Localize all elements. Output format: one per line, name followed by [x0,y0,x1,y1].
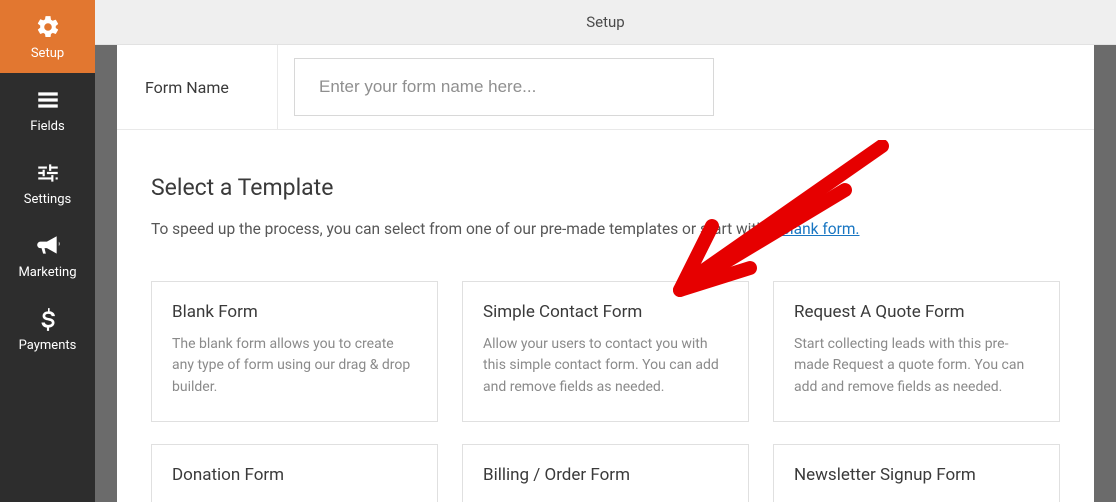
content-wrap: Form Name Select a Template To speed up … [95,45,1116,502]
sidebar-item-setup[interactable]: Setup [0,0,95,73]
megaphone-icon [35,233,61,259]
template-card-title: Blank Form [172,302,417,322]
dollar-icon [35,306,61,332]
template-grid: Blank Form The blank form allows you to … [151,281,1060,422]
formname-row: Form Name [117,45,1094,130]
sidebar-item-marketing[interactable]: Marketing [0,219,95,292]
template-card-desc: Allow your users to contact you with thi… [483,334,728,399]
formname-input[interactable] [294,58,714,116]
template-heading: Select a Template [151,174,1060,201]
blank-form-link[interactable]: blank form. [781,220,859,238]
topbar: Setup [95,0,1116,45]
template-card-donation[interactable]: Donation Form [151,444,438,502]
template-grid-row2: Donation Form Billing / Order Form Newsl… [151,444,1060,502]
template-sub-before: To speed up the process, you can select … [151,220,781,238]
formname-label: Form Name [117,45,277,129]
template-card-request-quote[interactable]: Request A Quote Form Start collecting le… [773,281,1060,422]
sidebar: Setup Fields Settings Marketing Payments [0,0,95,502]
formname-input-wrap [277,45,714,129]
sidebar-item-label: Settings [24,192,71,207]
content: Form Name Select a Template To speed up … [117,45,1094,502]
template-card-title: Donation Form [172,465,417,485]
template-card-simple-contact[interactable]: Simple Contact Form Allow your users to … [462,281,749,422]
template-card-title: Request A Quote Form [794,302,1039,322]
sidebar-item-fields[interactable]: Fields [0,73,95,146]
sidebar-item-payments[interactable]: Payments [0,292,95,365]
main-area: Setup Form Name Select a Template To spe… [95,0,1116,502]
template-card-desc: Start collecting leads with this pre-mad… [794,334,1039,399]
template-card-title: Billing / Order Form [483,465,728,485]
template-card-desc: The blank form allows you to create any … [172,334,417,399]
sidebar-item-label: Fields [30,119,64,134]
sidebar-item-label: Payments [19,338,77,353]
template-card-title: Simple Contact Form [483,302,728,322]
list-icon [35,87,61,113]
template-card-blank[interactable]: Blank Form The blank form allows you to … [151,281,438,422]
template-card-title: Newsletter Signup Form [794,465,1039,485]
template-card-billing[interactable]: Billing / Order Form [462,444,749,502]
template-section: Select a Template To speed up the proces… [117,130,1094,502]
gear-icon [35,14,61,40]
sidebar-item-label: Setup [31,46,64,61]
sidebar-item-label: Marketing [18,265,76,280]
sliders-icon [35,160,61,186]
template-card-newsletter[interactable]: Newsletter Signup Form [773,444,1060,502]
sidebar-item-settings[interactable]: Settings [0,146,95,219]
template-subtext: To speed up the process, you can select … [151,219,1060,241]
page-title: Setup [586,13,624,31]
